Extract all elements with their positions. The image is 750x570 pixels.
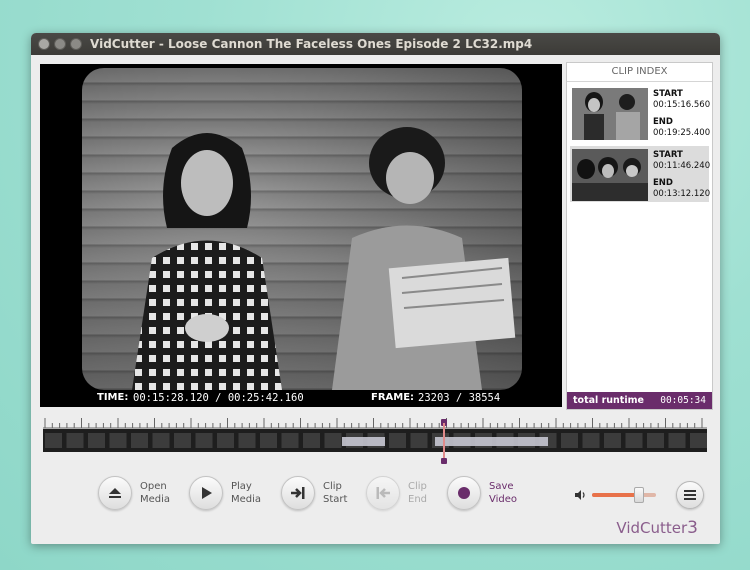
timeline-clip-segment[interactable]	[434, 437, 548, 446]
timeline-slider[interactable]	[43, 415, 707, 465]
save-label-1: Save	[489, 481, 514, 492]
clip-start-label-2: Start	[323, 494, 348, 505]
clip-end-label: END	[653, 178, 673, 188]
clip-index-panel: CLIP INDEX START 00:15:16.560 END 00:19:…	[566, 62, 713, 410]
clip-start-time: 00:11:46.240	[653, 161, 711, 171]
play-label-2: Media	[231, 494, 262, 505]
clip-start-label: START	[653, 89, 683, 99]
app-logo: VidCutter3	[616, 518, 698, 538]
close-window-button[interactable]	[38, 38, 50, 50]
clip-end-label-2: End	[408, 494, 428, 505]
frame-value: 23203 / 38554	[418, 392, 501, 404]
clip-index-header: CLIP INDEX	[567, 63, 712, 82]
time-label: TIME:	[97, 392, 129, 403]
open-label-2: Media	[140, 494, 171, 505]
clip-thumbnail	[572, 149, 648, 201]
clip-end-icon	[366, 476, 400, 510]
play-icon	[189, 476, 223, 510]
timeline-clip-segment[interactable]	[341, 437, 385, 446]
clip-start-button[interactable]: Clip Start	[281, 473, 347, 513]
eject-icon	[98, 476, 132, 510]
clip-thumbnail	[572, 88, 648, 140]
title-bar: VidCutter - Loose Cannon The Faceless On…	[31, 33, 720, 55]
clip-start-label: START	[653, 150, 683, 160]
clip-start-time: 00:15:16.560	[653, 100, 711, 110]
video-status-bar: TIME: 00:15:28.120 / 00:25:42.160 FRAME:…	[40, 389, 562, 407]
timeline-playhead[interactable]	[441, 419, 448, 464]
video-frame	[82, 68, 522, 390]
clip-start-label-1: Clip	[323, 481, 342, 492]
maximize-window-button[interactable]	[70, 38, 82, 50]
clip-item[interactable]: START 00:15:16.560 END 00:19:25.400	[570, 85, 711, 141]
clip-end-time: 00:19:25.400	[653, 128, 711, 138]
total-runtime-bar: total runtime 00:05:34	[567, 392, 712, 409]
video-person-left	[132, 133, 282, 390]
clip-item[interactable]: START 00:11:46.240 END 00:13:12.120	[570, 146, 711, 202]
time-value: 00:15:28.120 / 00:25:42.160	[133, 392, 304, 404]
video-person-right	[332, 127, 516, 390]
open-media-button[interactable]: Open Media	[98, 473, 170, 513]
play-label-1: Play	[231, 481, 252, 492]
menu-icon	[684, 490, 696, 500]
volume-handle[interactable]	[634, 487, 645, 503]
volume-level	[592, 493, 639, 497]
total-runtime-value: 00:05:34	[660, 395, 706, 406]
clip-end-time: 00:13:12.120	[653, 189, 711, 199]
save-label-2: Video	[489, 494, 518, 505]
menu-button[interactable]	[676, 481, 704, 509]
clip-end-button[interactable]: Clip End	[366, 473, 427, 513]
brand-name: VidCutter	[616, 519, 688, 537]
save-video-button[interactable]: Save Video	[447, 473, 517, 513]
brand-version: 3	[687, 518, 698, 538]
play-media-button[interactable]: Play Media	[189, 473, 261, 513]
record-icon	[447, 476, 481, 510]
total-runtime-label: total runtime	[573, 395, 644, 406]
timeline-ruler	[43, 418, 707, 429]
video-player[interactable]: TIME: 00:15:28.120 / 00:25:42.160 FRAME:…	[40, 64, 562, 407]
volume-icon[interactable]	[574, 489, 586, 501]
app-window: VidCutter - Loose Cannon The Faceless On…	[31, 33, 720, 544]
minimize-window-button[interactable]	[54, 38, 66, 50]
clip-end-label: END	[653, 117, 673, 127]
window-title: VidCutter - Loose Cannon The Faceless On…	[90, 37, 533, 51]
volume-slider[interactable]	[592, 487, 656, 503]
open-label-1: Open	[140, 481, 167, 492]
clip-start-icon	[281, 476, 315, 510]
frame-label: FRAME:	[371, 392, 415, 403]
clip-end-label-1: Clip	[408, 481, 427, 492]
